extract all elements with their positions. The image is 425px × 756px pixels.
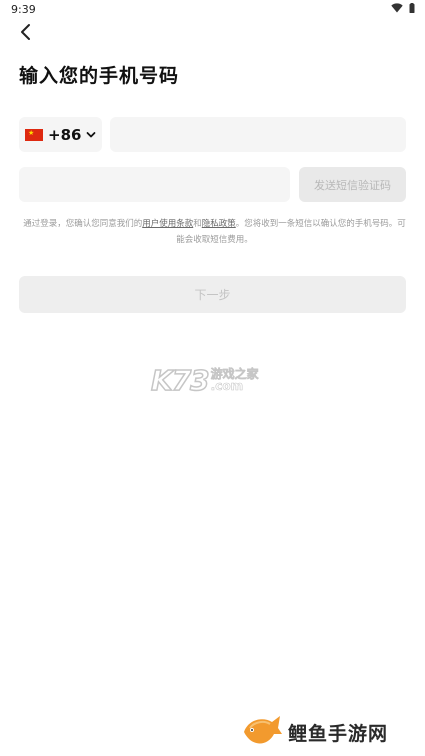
privacy-link[interactable]: 隐私政策 [202,219,236,229]
back-button[interactable] [14,20,40,46]
next-button[interactable]: 下一步 [19,276,406,313]
status-bar: 9:39 [0,0,425,18]
status-icons [391,3,415,13]
chevron-left-icon [21,24,30,40]
country-code-selector[interactable]: ★ +86 [19,117,102,152]
agreement-text: 通过登录，您确认您同意我们的用户使用条款和隐私政策。您将收到一条短信以确认您的手… [22,216,407,248]
k73-logo-text: K73 [150,363,210,398]
agreement-and: 和 [193,219,202,229]
chevron-down-icon [87,131,96,137]
phone-number-input[interactable] [110,117,406,152]
liyu-watermark: 鲤鱼手游网 [240,712,388,752]
liyu-watermark-text: 鲤鱼手游网 [288,722,389,745]
agreement-prefix: 通过登录，您确认您同意我们的 [23,219,143,229]
page-title: 输入您的手机号码 [19,65,180,87]
wifi-icon [391,3,403,13]
status-time: 9:39 [11,3,36,16]
send-code-button[interactable]: 发送短信验证码 [299,167,406,202]
verification-code-input[interactable] [19,167,290,202]
carp-fish-icon [244,716,282,744]
china-flag-icon: ★ [25,128,43,141]
k73-com-text: .com [210,379,244,393]
battery-icon [409,3,415,13]
country-code: +86 [48,125,82,144]
terms-link[interactable]: 用户使用条款 [142,219,193,229]
k73-watermark: K73 游戏之家 .com [150,360,281,400]
